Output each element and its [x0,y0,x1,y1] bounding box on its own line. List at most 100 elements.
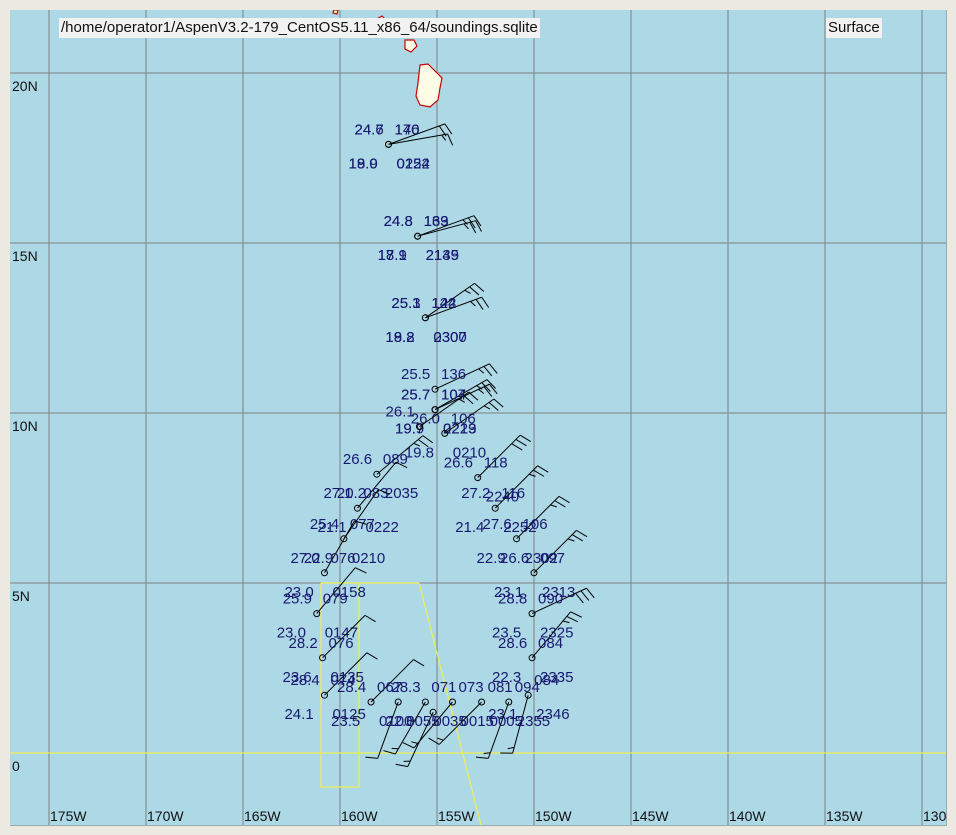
wind-barb-feather [395,763,408,768]
station-pressure: 079 [323,591,348,608]
station-pressure: 090 [538,591,563,608]
map-canvas[interactable]: 24.7 146 19.0 0152 24.6 170 18.9 0224 24.8 139 17.… [10,10,947,826]
station-pressure: 106 [451,410,476,427]
lat-label: 20N [12,78,38,94]
wind-barb-feather [488,402,499,411]
station-temperature: 27.6 [483,516,512,533]
wind-barb-feather [489,363,498,374]
map-svg[interactable]: 24.7 14619.0 015224.6 17018.9 022424.8 13917.… [10,10,946,825]
wind-barb-feather [537,465,549,473]
dropsonde-region-outline [10,582,946,825]
station-temperature: 28.4 [290,672,319,689]
station-time: 2355 [517,713,550,730]
station-temperature: 24.6 [355,121,384,138]
wind-barb-feather [483,366,493,377]
wind-barb-feather [411,741,418,744]
island-kauai [332,10,339,15]
wind-barb-feather [558,495,570,504]
wind-barb-feather [481,296,490,308]
island-maui [404,39,418,53]
wind-barb-feather [463,223,469,230]
wind-barb-feather [464,289,471,294]
wind-barb-feather [422,435,434,444]
station-plot[interactable]: 24.8 163 18.1 2145 [378,213,482,264]
wind-barb-feather [468,391,479,401]
station-pressure: 124 [431,295,456,312]
wind-barb-feather [533,469,545,477]
wind-barb-feather [562,620,570,624]
lon-label: 165W [244,808,281,824]
level-label: Surface [826,18,882,38]
wind-barb-feather [364,614,376,623]
station-pressure: 077 [350,516,375,533]
island-hawaii [415,63,443,108]
station-temperature: 26.1 [386,404,415,421]
station-temperature: 28.6 [498,635,527,652]
station-temperature: 27.0 [290,550,319,567]
wind-barb-feather [554,500,566,508]
lon-label: 160W [341,808,378,824]
lon-label: 145W [632,808,669,824]
wind-barb-feather [580,590,590,601]
wind-barb-feather [355,567,367,574]
station-temperature: 25.5 [401,366,430,383]
station-pressure: 163 [424,213,449,230]
station-pressure: 081 [488,679,513,696]
station-plot[interactable]: 28.8 09023.5 2325 [492,587,595,642]
wind-barb-feather [470,301,476,307]
wind-barb-feather [366,652,378,660]
station-dewpoint: 24.1 [284,706,313,723]
wind-barb-feather [475,756,489,759]
station-temperature: 26.6 [500,550,529,567]
wind-barb-feather [571,534,584,542]
wind-barb-feather [483,405,491,410]
station-time: 2145 [426,247,459,264]
station-temperature: 26.6 [444,455,473,472]
lon-label: 135W [826,808,863,824]
wind-barb-feather [475,299,484,310]
station-pressure: 073 [459,679,484,696]
station-temperature: 28.2 [289,635,318,652]
wind-barb-staff [377,701,399,759]
station-temperature: 27.2 [461,485,490,502]
wind-barb-feather [493,398,504,408]
lon-label: 130W [923,808,946,824]
station-dewpoint: 19.2 [385,329,414,346]
wind-barb-feather [444,123,453,135]
wind-barb-feather [365,756,378,759]
station-dewpoint: 18.9 [349,155,378,172]
lat-label: 5N [12,588,30,604]
wind-barb-feather [413,659,425,667]
station-pressure: 094 [515,679,540,696]
station-temperature: 27.1 [323,485,352,502]
wind-barb-feather [519,434,532,442]
wind-barb-feather [441,134,447,141]
wind-barb-feather [436,737,444,741]
wind-barb-feather [528,473,536,477]
station-temperature: 25.3 [391,295,420,312]
lon-label: 140W [729,808,766,824]
station-time: 0224 [397,155,430,172]
wind-barb-feather [428,737,440,745]
lat-label: 15N [12,248,38,264]
station-temperature: 25.4 [310,516,339,533]
wind-barb-feather [576,529,588,538]
station-plots[interactable]: 24.7 14619.0 015224.6 17018.9 022424.8 13917.… [277,121,595,768]
station-temperature: 28.3 [391,679,420,696]
wind-barb-feather [478,368,485,374]
station-pressure: 170 [395,121,420,138]
station-dewpoint: 23.5 [331,713,360,730]
lat-label: 0 [12,758,20,774]
station-pressure: 106 [523,516,548,533]
station-pressure: 084 [538,635,563,652]
station-temperature: 24.8 [384,213,413,230]
file-path-label: /home/operator1/AspenV3.2-179_CentOS5.11… [59,18,540,38]
station-dewpoint: 22.8 [385,713,414,730]
station-pressure: 097 [540,550,565,567]
wind-barb-feather [402,742,415,749]
station-temperature: 26.6 [343,451,372,468]
station-temperature: 28.4 [337,679,366,696]
lon-label: 150W [535,808,572,824]
wind-barb-feather [550,504,558,508]
wind-barb-feather [478,388,485,394]
